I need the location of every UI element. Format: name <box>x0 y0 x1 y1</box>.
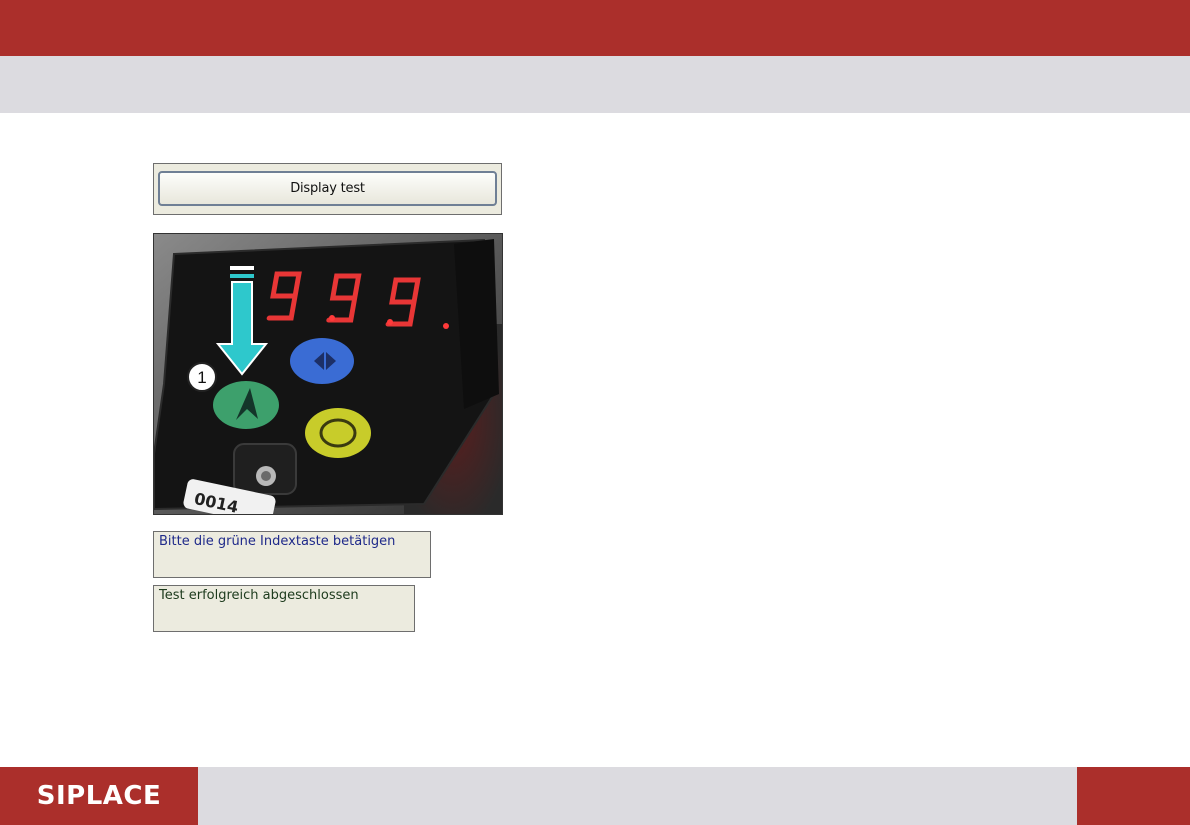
display-test-button[interactable]: Display test <box>158 171 497 206</box>
result-message-box: Test erfolgreich abgeschlossen <box>153 585 415 632</box>
sub-header-bar <box>0 56 1190 113</box>
footer-logo-block: SIPLACE <box>0 767 198 825</box>
display-dot <box>443 323 449 329</box>
top-header-bar <box>0 0 1190 56</box>
footer-right-block <box>1077 767 1190 825</box>
result-message-text: Test erfolgreich abgeschlossen <box>159 588 359 603</box>
display-test-panel: Display test <box>153 163 502 215</box>
device-photo-graphic: 0014 1 <box>154 234 502 514</box>
display-dot <box>387 319 393 325</box>
prompt-message-box: Bitte die grüne Indextaste betätigen <box>153 531 431 578</box>
device-photo: 0014 1 <box>153 233 503 515</box>
prompt-message-text: Bitte die grüne Indextaste betätigen <box>159 534 396 549</box>
yellow-key <box>305 408 371 458</box>
callout-number: 1 <box>197 368 206 387</box>
display-dot <box>329 315 335 321</box>
arrow-tick <box>230 266 254 270</box>
siplace-logo: SIPLACE <box>36 781 162 811</box>
